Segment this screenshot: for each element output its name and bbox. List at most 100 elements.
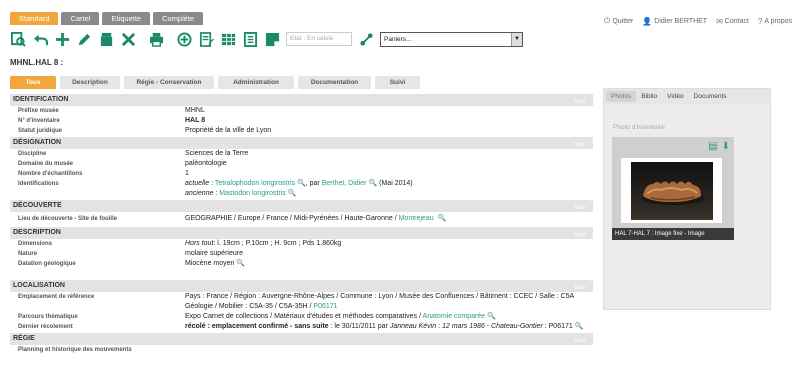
tab-tous[interactable]: Tous — [10, 76, 56, 89]
search-icon[interactable]: 🔍 — [438, 215, 447, 222]
field-value: 1 — [185, 170, 189, 177]
add-icon[interactable] — [54, 31, 70, 47]
field-row: Discipline Sciences de la Terre — [10, 149, 593, 159]
place-path: GEOGRAPHIE / Europe / France / Midi-Pyré… — [185, 215, 397, 222]
chevron-down-icon[interactable]: ▼ — [511, 32, 522, 46]
photo-section-label: Photo d'inventaire — [613, 124, 665, 131]
undo-icon[interactable] — [32, 31, 48, 47]
field-value: HAL 8 — [185, 117, 206, 124]
field-value: paléontologie — [185, 160, 227, 167]
state-field[interactable]: Etat : En saisie — [286, 32, 352, 46]
taxon-link[interactable]: Mastodon longirostris — [219, 190, 286, 197]
field-label: Datation géologique — [18, 261, 76, 267]
field-label: Domaine du musée — [18, 161, 74, 167]
field-value: Propriété de la ville de Lyon — [185, 127, 272, 134]
quit-label: Quitter — [612, 17, 634, 25]
field-row: Lieu de découverte - Site de fouille GEO… — [10, 212, 593, 226]
photo-card[interactable]: ▤ ⬇ HAL 7-HAL 7 : Image fixe - Image — [612, 137, 734, 240]
section-top-link[interactable]: Haut — [574, 282, 585, 294]
field-row: Statut juridique Propriété de la ville de… — [10, 126, 593, 136]
section-top-link[interactable]: Haut — [574, 96, 585, 108]
search-icon[interactable]: 🔍 — [368, 180, 377, 187]
field-label: Parcours thématique — [18, 314, 78, 320]
contact-label: Contact — [724, 17, 749, 25]
ident-old-prefix: ancienne — [185, 190, 214, 197]
question-icon: ? — [757, 16, 763, 26]
ref-link[interactable]: P06171 — [313, 303, 337, 310]
duplicate-icon[interactable] — [98, 31, 114, 47]
field-value: Hors tout: l. 19cm ; P.10cm ; H. 9cm ; P… — [185, 239, 593, 249]
link-icon[interactable] — [358, 31, 374, 47]
tab-biblio[interactable]: Biblio — [636, 91, 662, 102]
molar-photo — [630, 161, 713, 220]
field-row: Emplacement de référence Pays : France /… — [10, 292, 593, 312]
parcours-link[interactable]: Anatomie comparée — [423, 313, 486, 320]
field-label: Discipline — [18, 151, 47, 157]
tab-regie-conservation[interactable]: Régie - Conservation — [124, 76, 214, 89]
quit-link[interactable]: ⏻ Quitter — [604, 16, 633, 26]
table-icon[interactable] — [220, 31, 236, 47]
user-link[interactable]: 👤 Didier BERTHET — [642, 16, 707, 26]
photo-actions: ▤ ⬇ — [708, 141, 730, 152]
view-tab-etiquette[interactable]: Etiquette — [102, 12, 151, 25]
photo-detail-icon[interactable]: ▤ — [708, 141, 717, 152]
about-link[interactable]: ? A propos — [758, 16, 792, 26]
search-icon[interactable]: 🔍 — [487, 313, 496, 320]
field-label: Dernier récolement — [18, 324, 73, 330]
ref-line-2: Géologie / Mobilier : C5A-35 / C5A-35H / — [185, 303, 312, 310]
tab-documents[interactable]: Documents — [689, 91, 732, 102]
section-designation: DÉSIGNATION Haut — [10, 137, 593, 149]
edit-pencil-icon[interactable] — [76, 31, 92, 47]
field-label: N° d'inventaire — [18, 118, 60, 124]
tab-description[interactable]: Description — [60, 76, 120, 89]
form-edit-icon[interactable] — [198, 31, 214, 47]
view-tab-complete[interactable]: Complète — [153, 12, 204, 25]
panier-select[interactable]: Paniers... ▼ — [380, 31, 523, 47]
section-title: RÉGIE — [13, 335, 35, 342]
ident-date: (Mai 2014) — [379, 180, 413, 187]
author-link[interactable]: Berthet, Didier — [322, 180, 367, 187]
section-top-link[interactable]: Haut — [574, 202, 585, 214]
section-localisation: LOCALISATION Haut — [10, 280, 593, 292]
contact-link[interactable]: ✉ Contact — [716, 16, 749, 26]
tab-video[interactable]: Vidéo — [662, 91, 689, 102]
view-tab-cartel[interactable]: Cartel — [61, 12, 100, 25]
media-panel: Photos Biblio Vidéo Documents Photo d'in… — [603, 88, 771, 310]
section-top-link[interactable]: Haut — [574, 335, 585, 347]
section-identification: IDENTIFICATION Haut — [10, 94, 593, 106]
section-top-link[interactable]: Haut — [574, 229, 585, 241]
photo-thumbnail[interactable] — [621, 158, 722, 223]
print-icon[interactable] — [148, 31, 164, 47]
section-top-link[interactable]: Haut — [574, 139, 585, 151]
taxon-link[interactable]: Tetralophodon longirostris — [215, 180, 295, 187]
field-value: actuelle : Tetralophodon longirostris 🔍, … — [185, 180, 413, 187]
delete-icon[interactable] — [120, 31, 136, 47]
section-title: DESCRIPTION — [13, 229, 61, 236]
search-icon[interactable]: 🔍 — [288, 190, 297, 197]
dating-value: Miocène moyen — [185, 260, 235, 267]
tab-documentation[interactable]: Documentation — [298, 76, 371, 89]
view-tab-standard[interactable]: Standard — [10, 12, 59, 25]
search-icon[interactable]: 🔍 — [575, 323, 584, 330]
note-icon[interactable] — [264, 31, 280, 47]
field-label: Lieu de découverte - Site de fouille — [18, 216, 118, 222]
field-row: N° d'inventaire HAL 8 — [10, 116, 593, 126]
search-icon[interactable]: 🔍 — [236, 260, 245, 267]
section-regie: RÉGIE Haut — [10, 333, 593, 345]
photo-download-icon[interactable]: ⬇ — [722, 141, 730, 152]
field-row: Domaine du musée paléontologie — [10, 159, 593, 169]
section-title: DÉCOUVERTE — [13, 202, 62, 209]
search-icon[interactable]: 🔍 — [297, 180, 306, 187]
field-value: Sciences de la Terre — [185, 150, 249, 157]
tab-photos[interactable]: Photos — [606, 91, 637, 102]
field-value: Miocène moyen 🔍 — [185, 259, 593, 269]
field-row: Nombre d'échantillons 1 — [10, 169, 593, 179]
record-content: IDENTIFICATION Haut Préfixe musée MHNL N°… — [10, 93, 593, 355]
user-icon: 👤 — [642, 16, 653, 26]
tab-administration[interactable]: Administration — [218, 76, 294, 89]
document-list-icon[interactable] — [242, 31, 258, 47]
search-record-icon[interactable] — [10, 31, 26, 47]
place-link[interactable]: Montrejeau — [399, 215, 434, 222]
add-circle-icon[interactable] — [176, 31, 192, 47]
tab-suivi[interactable]: Suivi — [375, 76, 420, 89]
